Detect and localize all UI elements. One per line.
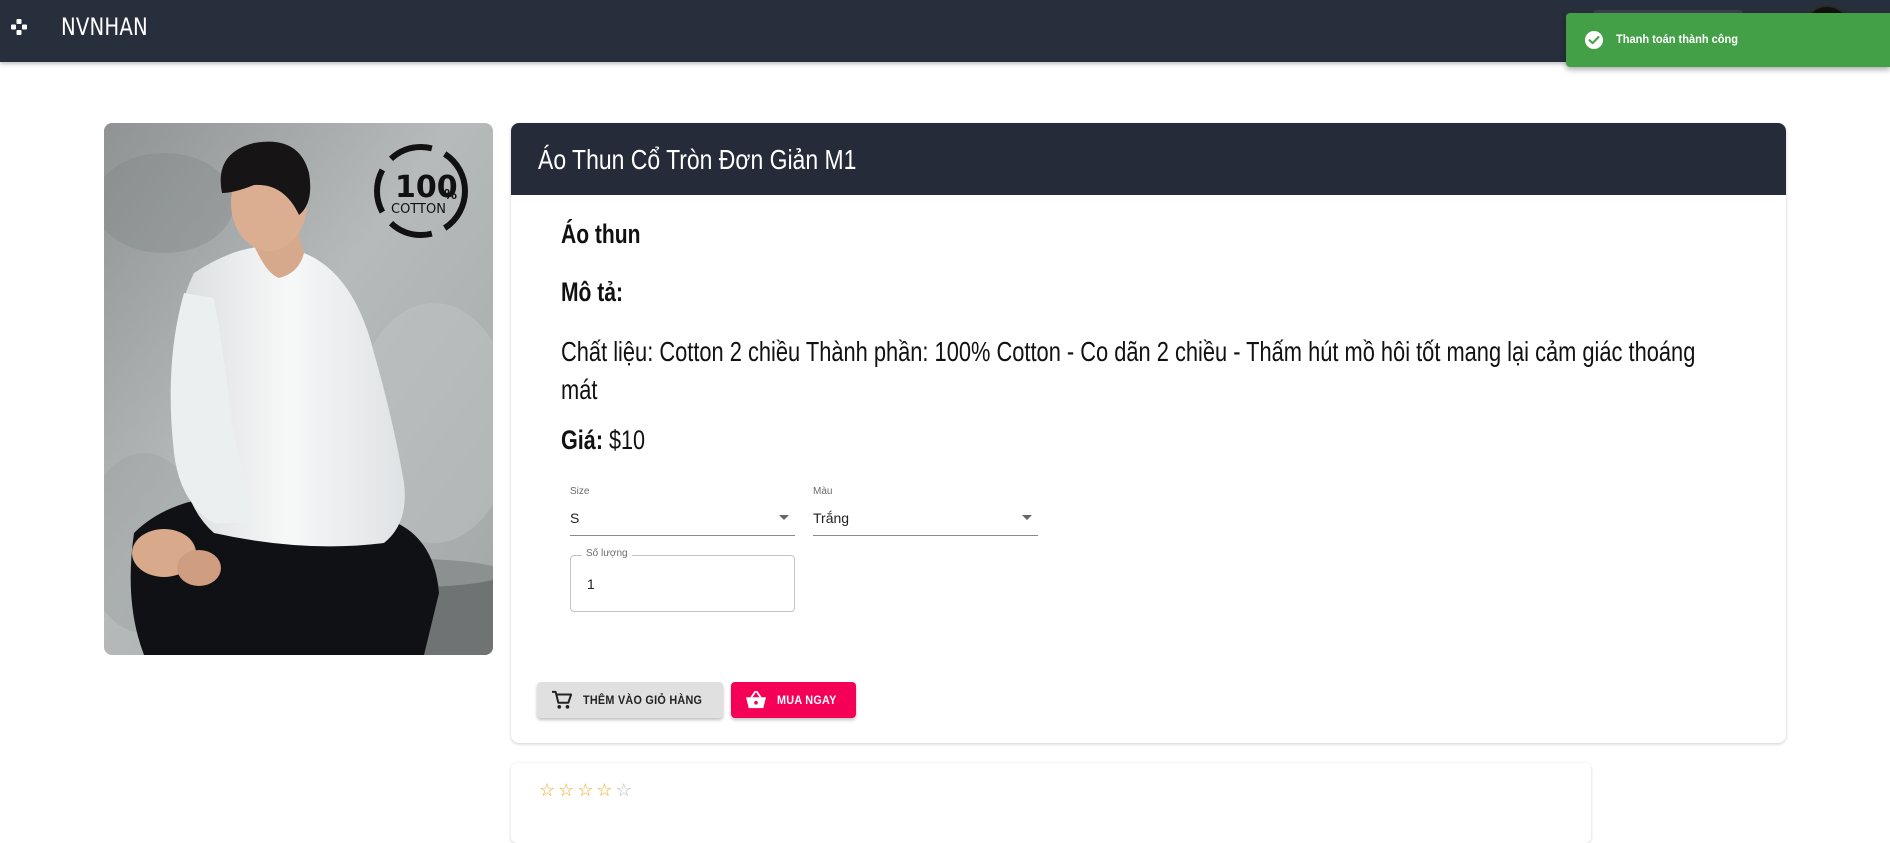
- shopping-cart-icon: [552, 690, 573, 709]
- toast-message: Thanh toán thành công: [1616, 32, 1739, 46]
- shopping-basket-icon: [746, 690, 766, 709]
- star-rating[interactable]: ☆ ☆ ☆ ☆ ☆: [539, 781, 632, 799]
- price-label: Giá:: [561, 425, 604, 455]
- product-title: Áo Thun Cổ Tròn Đơn Giản M1: [538, 144, 857, 175]
- star-outline-icon[interactable]: ☆: [539, 781, 555, 799]
- star-outline-icon[interactable]: ☆: [616, 781, 632, 799]
- quantity-label: Số lượng: [582, 548, 632, 559]
- buy-now-label: MUA NGAY: [777, 693, 837, 707]
- quantity-value[interactable]: 1: [587, 576, 595, 592]
- color-value: Trắng: [813, 510, 850, 526]
- success-toast: Thanh toán thành công: [1566, 13, 1890, 67]
- star-outline-icon[interactable]: ☆: [577, 781, 593, 799]
- product-header: Áo Thun Cổ Tròn Đơn Giản M1: [511, 123, 1786, 195]
- badge-percent: %: [444, 188, 457, 203]
- star-outline-icon[interactable]: ☆: [558, 781, 574, 799]
- description-label: Mô tả:: [561, 277, 623, 307]
- product-category: Áo thun: [561, 219, 641, 249]
- product-description: Chất liệu: Cotton 2 chiều Thành phần: 10…: [561, 336, 1696, 405]
- size-select[interactable]: Size S: [570, 486, 795, 536]
- size-label: Size: [570, 486, 590, 497]
- star-outline-icon[interactable]: ☆: [596, 781, 612, 799]
- rating-card: ☆ ☆ ☆ ☆ ☆: [511, 763, 1591, 843]
- check-circle-icon: [1585, 31, 1603, 49]
- quantity-field[interactable]: Số lượng 1: [570, 548, 795, 612]
- price-value: $10: [609, 425, 646, 455]
- gamepad-icon[interactable]: [9, 17, 29, 37]
- badge-cotton: COTTON: [391, 202, 446, 217]
- product-price: Giá: $10: [561, 425, 645, 456]
- color-label: Màu: [813, 486, 833, 497]
- buy-now-button[interactable]: MUA NGAY: [731, 682, 856, 718]
- add-to-cart-label: THÊM VÀO GIỎ HÀNG: [583, 693, 703, 707]
- size-value: S: [570, 510, 580, 526]
- product-image: 100 % COTTON: [104, 123, 493, 655]
- dropdown-arrow-icon: [779, 515, 789, 520]
- dropdown-arrow-icon: [1022, 515, 1032, 520]
- color-select[interactable]: Màu Trắng: [813, 486, 1038, 536]
- brand-logo-text[interactable]: NVNHAN: [61, 13, 148, 41]
- product-detail-card: Áo Thun Cổ Tròn Đơn Giản M1 Áo thun Mô t…: [511, 123, 1786, 743]
- add-to-cart-button[interactable]: THÊM VÀO GIỎ HÀNG: [537, 682, 723, 718]
